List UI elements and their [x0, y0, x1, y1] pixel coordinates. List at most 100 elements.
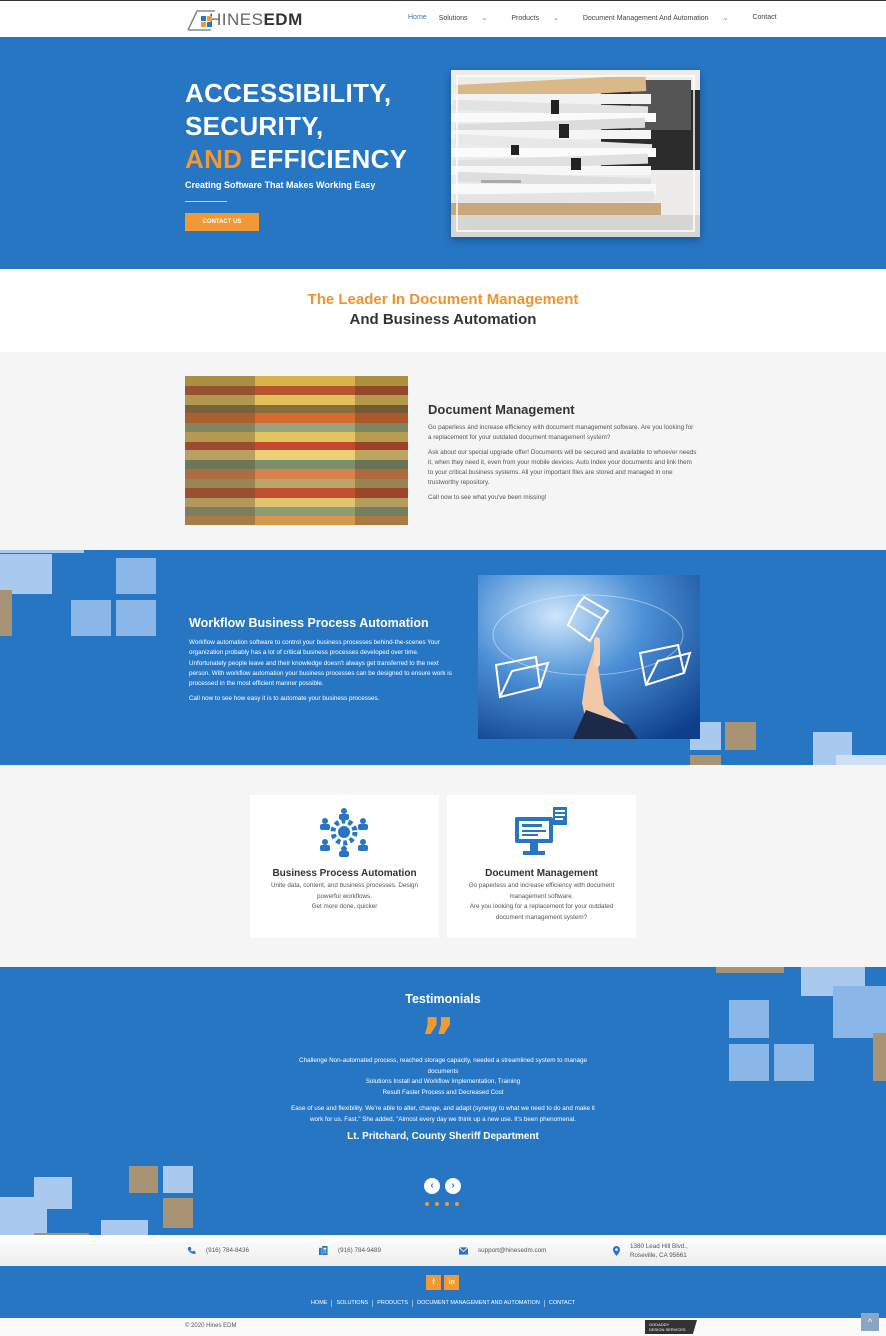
- carousel-dot[interactable]: [435, 1202, 439, 1206]
- decor-square: [163, 1198, 193, 1228]
- site-logo[interactable]: HINESEDM: [185, 7, 303, 33]
- carousel-dot[interactable]: [425, 1202, 429, 1206]
- computer-document-icon: [515, 807, 569, 862]
- chevron-down-icon: ⌄: [481, 15, 488, 22]
- site-header: HINESEDM Home Solutions ⌄ Products ⌄ Docum…: [0, 0, 886, 37]
- contact-phone-text: (916) 784-8436: [206, 1247, 250, 1254]
- contact-email[interactable]: support@hinesedm.com: [459, 1235, 546, 1266]
- linkedin-icon[interactable]: in: [444, 1275, 459, 1290]
- decor-square: [129, 1166, 158, 1193]
- decor-square: [116, 600, 156, 636]
- decor-square: [0, 590, 12, 636]
- feature-card-document-management[interactable]: Document Management Go paperless and inc…: [447, 795, 636, 938]
- card-text: Unite data, content, and business proces…: [262, 881, 427, 913]
- footer-link-home[interactable]: HOME: [307, 1300, 333, 1307]
- map-pin-icon: [613, 1245, 620, 1256]
- contact-email-text: support@hinesedm.com: [478, 1247, 547, 1254]
- nav-products[interactable]: Products ⌄: [511, 14, 571, 22]
- card-text: Go paperless and increase efficiency wit…: [459, 881, 624, 923]
- footer-link-contact[interactable]: CONTACT: [545, 1300, 579, 1307]
- testimonial-paragraph: Challenge Non-automated process, reached…: [299, 1057, 587, 1075]
- card-title: Business Process Automation: [272, 868, 417, 879]
- leader-heading-line2: And Business Automation: [349, 311, 537, 328]
- document-management-section: Document Management Go paperless and inc…: [0, 352, 886, 550]
- testimonials-title: Testimonials: [405, 992, 481, 1006]
- chevron-down-icon: ⌄: [722, 15, 729, 22]
- workflow-paragraph: Call now to see how easy it is to automa…: [189, 695, 380, 703]
- card-line: Unite data, content, and business proces…: [270, 882, 418, 900]
- footer-link-solutions[interactable]: SOLUTIONS: [332, 1300, 374, 1307]
- nav-home[interactable]: Home: [408, 14, 427, 22]
- workflow-section: Workflow Business Process Automation Wor…: [0, 550, 886, 765]
- doc-paragraph: Call now to see what you've been missing…: [428, 494, 547, 501]
- nav-solutions-label: Solutions: [438, 15, 468, 22]
- hero-title-line1: ACCESSIBILITY,: [185, 78, 392, 108]
- feature-card-bpa[interactable]: Business Process Automation Unite data, …: [250, 795, 439, 938]
- chevron-down-icon: ⌄: [552, 15, 559, 22]
- decor-square: [716, 967, 784, 973]
- nav-contact[interactable]: Contact: [752, 14, 776, 22]
- document-management-title: Document Management: [428, 402, 575, 417]
- hero-title-rest: EFFICIENCY: [242, 144, 408, 174]
- hero-section: ACCESSIBILITY, SECURITY, AND EFFICIENCY …: [0, 37, 886, 269]
- digital-folders-image: [478, 575, 700, 739]
- hero-title: ACCESSIBILITY, SECURITY, AND EFFICIENCY: [185, 77, 407, 176]
- hero-subtitle: Creating Software That Makes Working Eas…: [185, 180, 376, 190]
- footer-nav: HOME SOLUTIONS PRODUCTS DOCUMENT MANAGEM…: [0, 1300, 886, 1307]
- workflow-paragraph: Workflow automation software to control …: [189, 639, 452, 688]
- scroll-to-top-button[interactable]: ^: [861, 1313, 879, 1331]
- hero-divider: [185, 201, 227, 202]
- team-gear-icon: [317, 807, 371, 862]
- leader-heading-line1: The Leader In Document Management: [307, 291, 579, 308]
- phone-icon: [187, 1246, 196, 1254]
- card-title: Document Management: [485, 868, 598, 879]
- main-nav: Home Solutions ⌄ Products ⌄ Document Manag…: [408, 14, 789, 22]
- paper-stack-image: [451, 70, 700, 237]
- address-line1: 1380 Lead Hill Blvd.,: [630, 1242, 688, 1250]
- footer-link-document-management[interactable]: DOCUMENT MANAGEMENT AND AUTOMATION: [413, 1300, 545, 1307]
- document-management-text: Go paperless and increase efficiency wit…: [428, 423, 698, 508]
- hero-title-accent: AND: [185, 144, 243, 174]
- decor-square: [725, 722, 756, 750]
- testimonial-paragraph: Result Faster Process and Decreased Cost: [382, 1089, 504, 1097]
- logo-mark-icon: [185, 8, 219, 32]
- contact-fax[interactable]: (916) 784-9489: [319, 1235, 381, 1266]
- workflow-title: Workflow Business Process Automation: [189, 616, 429, 630]
- copyright-text: © 2020 Hines EDM: [185, 1323, 237, 1329]
- contact-bar: (916) 784-8436 (916) 784-9489 support@hi…: [0, 1235, 886, 1266]
- envelope-icon: [459, 1246, 468, 1255]
- facebook-icon[interactable]: f: [426, 1275, 441, 1290]
- address-line2: Roseville, CA 95661: [630, 1251, 687, 1259]
- decor-square: [873, 1033, 886, 1081]
- features-section: Business Process Automation Unite data, …: [0, 765, 886, 967]
- contact-phone[interactable]: (916) 784-8436: [187, 1235, 249, 1266]
- godaddy-badge[interactable]: GODADDY DESIGN SERVICES: [645, 1320, 697, 1334]
- decor-square: [0, 554, 52, 594]
- doc-paragraph: Go paperless and increase efficiency wit…: [428, 424, 694, 441]
- hero-title-line2: SECURITY,: [185, 111, 324, 141]
- decor-square: [101, 1220, 148, 1235]
- logo-text: HINESEDM: [209, 10, 303, 29]
- contact-address[interactable]: 1380 Lead Hill Blvd., Roseville, CA 95661: [613, 1235, 688, 1266]
- nav-document-management-label: Document Management And Automation: [582, 15, 709, 22]
- decor-square: [0, 550, 84, 553]
- decor-square: [71, 600, 111, 636]
- carousel-dot[interactable]: [445, 1202, 449, 1206]
- card-line: Are you looking for a replacement for yo…: [469, 903, 614, 921]
- contact-us-button[interactable]: CONTACT US: [185, 213, 259, 231]
- nav-document-management[interactable]: Document Management And Automation ⌄: [583, 14, 741, 22]
- carousel-dots: [425, 1202, 459, 1206]
- testimonial-text: Challenge Non-automated process, reached…: [290, 1056, 596, 1130]
- footer-link-products[interactable]: PRODUCTS: [373, 1300, 414, 1307]
- testimonials-section: Testimonials ” Challenge Non-automated p…: [0, 967, 886, 1235]
- leader-heading: The Leader In Document Management And Bu…: [0, 290, 886, 330]
- nav-solutions[interactable]: Solutions ⌄: [439, 14, 500, 22]
- card-line: Get more done, quicker: [311, 903, 378, 910]
- workflow-text: Workflow automation software to control …: [189, 638, 454, 710]
- decor-square: [116, 558, 156, 594]
- carousel-next-button[interactable]: ›: [445, 1178, 461, 1194]
- hero-title-line3: AND EFFICIENCY: [185, 143, 407, 176]
- carousel-dot[interactable]: [455, 1202, 459, 1206]
- decor-square: [774, 1044, 814, 1081]
- carousel-prev-button[interactable]: ‹: [424, 1178, 440, 1194]
